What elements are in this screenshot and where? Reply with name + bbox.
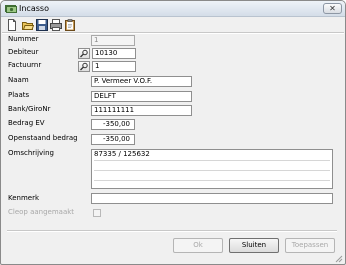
naam-label: Naam <box>8 76 29 84</box>
close-icon: ✕ <box>329 4 336 13</box>
bank-label: Bank/GiroNr <box>8 105 51 113</box>
lookup-icon <box>80 49 88 58</box>
memo-line[interactable] <box>92 160 332 170</box>
factuurnr-field[interactable]: 1 <box>92 61 136 72</box>
clipboard-icon[interactable] <box>64 19 76 31</box>
bedrag-ev-label: Bedrag EV <box>8 119 45 127</box>
memo-line[interactable] <box>92 170 332 180</box>
toepassen-button[interactable]: Toepassen <box>285 238 335 253</box>
openstaand-bedrag-field[interactable]: -350,00 <box>91 134 135 145</box>
omschrijving-memo[interactable]: 87335 / 125632 <box>91 149 333 189</box>
ok-button[interactable]: Ok <box>173 238 223 253</box>
nummer-field: 1 <box>91 35 135 46</box>
bank-field[interactable]: 111111111 <box>91 105 192 116</box>
memo-line[interactable]: 87335 / 125632 <box>92 150 332 160</box>
bedrag-ev-field[interactable]: -350,00 <box>91 119 135 130</box>
dialog-window: Incasso ✕ Nummer 1 Debiteur 10130 Factuu… <box>0 0 346 265</box>
bottom-divider <box>7 230 337 232</box>
toolbar-divider <box>2 32 344 34</box>
naam-field[interactable]: P. Vermeer V.O.F. <box>91 76 192 87</box>
resize-grip-icon[interactable] <box>334 254 343 263</box>
nummer-label: Nummer <box>8 35 39 43</box>
money-icon <box>5 3 17 14</box>
kenmerk-label: Kenmerk <box>8 194 40 202</box>
openstaand-bedrag-label: Openstaand bedrag <box>8 134 78 142</box>
cleop-aangemaakt-checkbox[interactable] <box>93 209 101 217</box>
save-icon[interactable] <box>36 19 48 31</box>
kenmerk-field[interactable] <box>91 193 333 204</box>
window-title: Incasso <box>19 4 49 13</box>
open-folder-icon[interactable] <box>22 19 35 31</box>
lookup-icon <box>80 62 88 71</box>
close-button[interactable]: ✕ <box>323 3 342 14</box>
cleop-aangemaakt-label: Cleop aangemaakt <box>8 208 75 216</box>
omschrijving-label: Omschrijving <box>8 149 54 157</box>
debiteur-lookup-button[interactable] <box>78 48 90 59</box>
toolbar <box>3 18 343 32</box>
factuurnr-label: Factuurnr <box>8 61 42 69</box>
print-icon[interactable] <box>50 19 62 31</box>
plaats-label: Plaats <box>8 91 30 99</box>
sluiten-button[interactable]: Sluiten <box>229 238 279 253</box>
debiteur-label: Debiteur <box>8 48 39 56</box>
title-bar[interactable]: Incasso ✕ <box>1 1 345 17</box>
memo-line[interactable] <box>92 180 332 190</box>
factuurnr-lookup-button[interactable] <box>78 61 90 72</box>
plaats-field[interactable]: DELFT <box>91 91 192 102</box>
new-document-icon[interactable] <box>6 19 18 31</box>
debiteur-field[interactable]: 10130 <box>92 48 136 59</box>
